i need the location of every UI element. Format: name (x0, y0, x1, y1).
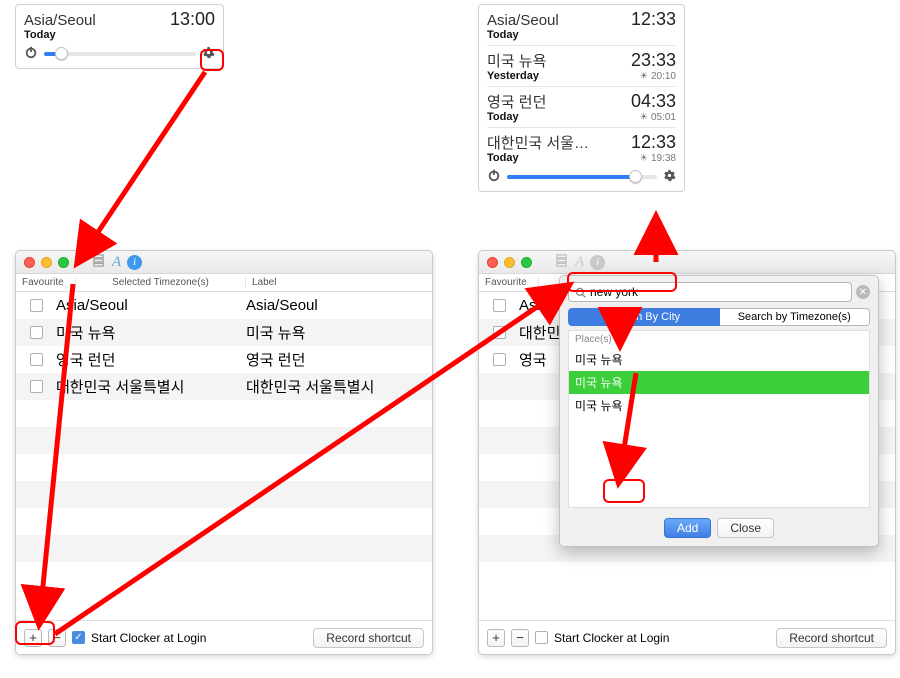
close-window-icon[interactable] (24, 257, 35, 268)
clock-time: 23:33 (631, 50, 676, 71)
timezone-cell: 미국 뉴욕 (56, 322, 246, 343)
table-row-empty (16, 454, 432, 481)
timezone-name: Asia/Seoul (24, 12, 96, 29)
timezone-cell: Asia/Seoul (56, 297, 246, 314)
zoom-window-icon[interactable] (58, 257, 69, 268)
table-row-empty (16, 508, 432, 535)
column-favourite[interactable]: Favourite (479, 277, 539, 288)
clock-time: 13:00 (170, 9, 215, 30)
search-input[interactable] (590, 285, 845, 299)
label-cell: 대한민국 서울특별시 (246, 376, 432, 397)
label-cell: 영국 런던 (246, 349, 432, 370)
clock-time: 12:33 (631, 9, 676, 30)
result-item[interactable]: 미국 뉴욕 (569, 348, 869, 371)
relative-day: Today (487, 29, 519, 41)
gear-icon[interactable] (202, 46, 215, 62)
close-button[interactable]: Close (717, 518, 774, 538)
bottom-toolbar: + − ✓ Start Clocker at Login Record shor… (16, 620, 432, 654)
sunrise-time: ☀ 05:01 (639, 112, 676, 123)
add-timezone-button[interactable]: + (24, 629, 42, 647)
start-at-login-label: Start Clocker at Login (91, 631, 206, 645)
favourite-checkbox[interactable] (30, 299, 43, 312)
label-cell: Asia/Seoul (246, 297, 432, 314)
record-shortcut-button[interactable]: Record shortcut (776, 628, 887, 648)
search-by-timezone-tab[interactable]: Search by Timezone(s) (720, 308, 871, 326)
table-row[interactable]: 미국 뉴욕미국 뉴욕 (16, 319, 432, 346)
relative-day: Today (487, 111, 519, 123)
power-icon[interactable] (487, 168, 501, 185)
table-row[interactable]: 영국 런던영국 런던 (16, 346, 432, 373)
clocker-widget-expanded: Asia/Seoul 12:33 Today 미국 뉴욕 23:33 Yesterday ☀… (478, 4, 685, 192)
relative-day: Today (487, 152, 519, 164)
zoom-window-icon[interactable] (521, 257, 532, 268)
relative-day: Yesterday (487, 70, 539, 82)
table-row-empty (16, 427, 432, 454)
clock-time: 12:33 (631, 132, 676, 153)
timezone-cell: 대한민국 서울특별시 (56, 376, 246, 397)
timezone-name: Asia/Seoul (487, 12, 559, 29)
gear-icon[interactable] (663, 169, 676, 185)
minimize-window-icon[interactable] (41, 257, 52, 268)
window-titlebar: A i (479, 251, 895, 274)
table-row[interactable]: 대한민국 서울특별시대한민국 서울특별시 (16, 373, 432, 400)
start-at-login-checkbox[interactable] (535, 631, 548, 644)
label-cell: 미국 뉴욕 (246, 322, 432, 343)
clock-time: 04:33 (631, 91, 676, 112)
clear-search-icon[interactable]: ✕ (856, 285, 870, 299)
appearance-tab-icon[interactable]: A (112, 254, 121, 271)
sunrise-time: ☀ 19:38 (639, 153, 676, 164)
clocker-widget-compact: Asia/Seoul 13:00 Today (15, 4, 224, 69)
start-at-login-label: Start Clocker at Login (554, 631, 669, 645)
search-by-city-tab[interactable]: Search By City (568, 308, 720, 326)
bottom-toolbar: + − Start Clocker at Login Record shortc… (479, 620, 895, 654)
result-item-selected[interactable]: 미국 뉴욕 (569, 371, 869, 394)
favourite-checkbox[interactable] (30, 380, 43, 393)
timezone-cell: 영국 런던 (56, 349, 246, 370)
timezones-tab-icon[interactable] (554, 253, 569, 271)
preferences-window-search: A i Favourite Asia/Seoul대한민국 부산광역시영국 + −… (478, 250, 896, 655)
column-label[interactable]: Label (246, 277, 432, 288)
time-scrub-slider[interactable] (44, 52, 196, 56)
minimize-window-icon[interactable] (504, 257, 515, 268)
about-tab-icon[interactable]: i (590, 255, 605, 270)
remove-timezone-button[interactable]: − (48, 629, 66, 647)
table-row-empty (16, 481, 432, 508)
table-row[interactable]: Asia/SeoulAsia/Seoul (16, 292, 432, 319)
column-timezone[interactable]: Selected Timezone(s) (76, 277, 246, 288)
favourite-checkbox[interactable] (493, 326, 506, 339)
sunrise-time: ☀ 20:10 (639, 71, 676, 82)
favourite-checkbox[interactable] (493, 299, 506, 312)
timezone-name: 대한민국 서울… (487, 132, 589, 153)
result-item[interactable]: 미국 뉴욕 (569, 394, 869, 417)
start-at-login-checkbox[interactable]: ✓ (72, 631, 85, 644)
remove-timezone-button[interactable]: − (511, 629, 529, 647)
timezone-name: 미국 뉴욕 (487, 50, 546, 71)
preferences-window: A i Favourite Selected Timezone(s) Label… (15, 250, 433, 655)
table-row-empty (479, 562, 895, 589)
favourite-checkbox[interactable] (30, 326, 43, 339)
table-row-empty (16, 535, 432, 562)
timezones-tab-icon[interactable] (91, 253, 106, 271)
timezone-name: 영국 런던 (487, 91, 546, 112)
add-timezone-button[interactable]: + (487, 629, 505, 647)
about-tab-icon[interactable]: i (127, 255, 142, 270)
close-window-icon[interactable] (487, 257, 498, 268)
appearance-tab-icon[interactable]: A (575, 254, 584, 271)
power-icon[interactable] (24, 45, 38, 62)
relative-day: Today (24, 29, 215, 41)
table-header: Favourite Selected Timezone(s) Label (16, 274, 432, 292)
table-row-empty (16, 400, 432, 427)
window-titlebar: A i (16, 251, 432, 274)
table-row-empty (16, 562, 432, 589)
record-shortcut-button[interactable]: Record shortcut (313, 628, 424, 648)
results-header: Place(s) (569, 331, 869, 348)
city-search-field[interactable] (568, 282, 852, 302)
add-button[interactable]: Add (664, 518, 711, 538)
favourite-checkbox[interactable] (30, 353, 43, 366)
time-scrub-slider[interactable] (507, 175, 657, 179)
favourite-checkbox[interactable] (493, 353, 506, 366)
column-favourite[interactable]: Favourite (16, 277, 76, 288)
search-results: Place(s) 미국 뉴욕 미국 뉴욕 미국 뉴욕 (568, 330, 870, 508)
add-city-popover: ✕ Search By City Search by Timezone(s) P… (559, 275, 879, 547)
